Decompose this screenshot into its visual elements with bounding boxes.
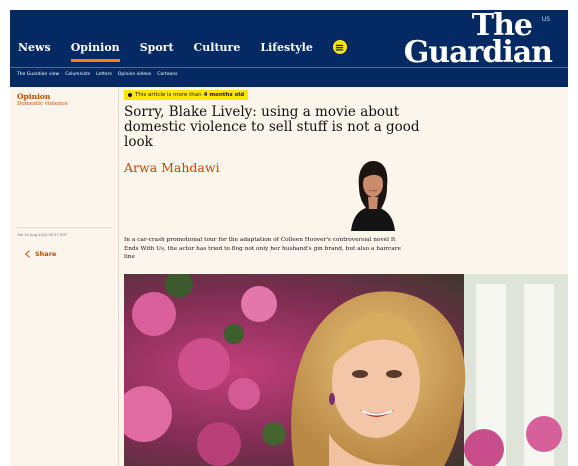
article-standfirst: In a car-crash promotional tour for the …	[124, 237, 401, 260]
subnav-opinion-videos[interactable]: Opinion videos	[118, 72, 151, 77]
article-headline: Sorry, Blake Lively: using a movie about…	[124, 104, 420, 150]
subnav-cartoons[interactable]: Cartoons	[157, 72, 177, 77]
share-icon	[24, 250, 30, 258]
nav-news[interactable]: News	[18, 41, 51, 54]
nav-sport[interactable]: Sport	[140, 41, 174, 54]
age-notice-prefix: This article is more than	[135, 92, 202, 98]
nav-opinion[interactable]: Opinion	[70, 41, 120, 62]
article-main-image[interactable]	[124, 274, 568, 466]
article-meta-column: Opinion Domestic violence Tue 20 Aug 202…	[10, 87, 119, 466]
guardian-logo[interactable]: The Guardian	[403, 11, 553, 70]
primary-nav: News Opinion Sport Culture Lifestyle	[18, 40, 347, 62]
share-label: Share	[35, 250, 57, 258]
subnav-guardian-view[interactable]: The Guardian view	[17, 72, 59, 77]
menu-badge-icon[interactable]	[332, 40, 347, 54]
share-button[interactable]: Share	[24, 250, 56, 258]
age-notice-bold: 4 months old	[203, 92, 245, 98]
sub-nav: The Guardian view Columnists Letters Opi…	[10, 67, 568, 87]
subnav-letters[interactable]: Letters	[96, 72, 112, 77]
section-label[interactable]: Opinion	[17, 92, 50, 101]
byline-author[interactable]: Arwa Mahdawi	[124, 160, 220, 175]
article-age-notice: This article is more than 4 months old	[124, 90, 249, 100]
meta-divider	[17, 227, 112, 228]
clock-icon	[128, 93, 132, 97]
logo-line2: Guardian	[403, 35, 553, 70]
page-frame: News Opinion Sport Culture Lifestyle US …	[10, 10, 568, 466]
nav-culture[interactable]: Culture	[194, 41, 241, 54]
publish-timestamp: Tue 20 Aug 2024 09.37 EDT	[17, 233, 68, 237]
site-header: News Opinion Sport Culture Lifestyle US …	[10, 10, 568, 70]
nav-lifestyle[interactable]: Lifestyle	[260, 41, 313, 54]
subnav-columnists[interactable]: Columnists	[65, 72, 90, 77]
author-portrait	[337, 157, 407, 231]
subsection-label[interactable]: Domestic violence	[17, 101, 68, 107]
